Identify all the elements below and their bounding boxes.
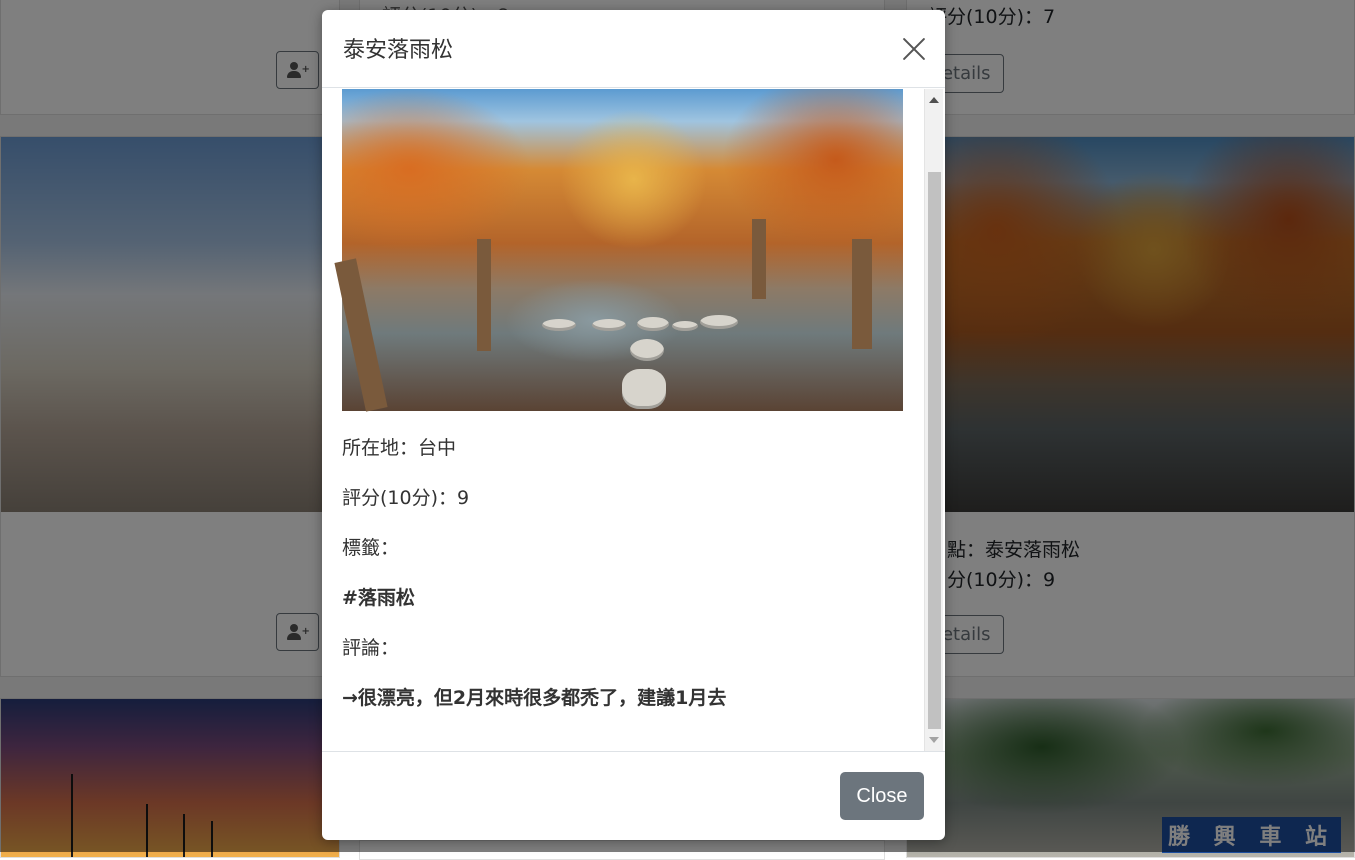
modal-scrollbar[interactable]	[924, 89, 943, 751]
scroll-thumb[interactable]	[928, 172, 941, 729]
close-button[interactable]: Close	[840, 772, 924, 820]
scroll-down-arrow-icon[interactable]	[929, 737, 939, 743]
spot-location: 所在地：台中	[342, 437, 457, 459]
comment-label: 評論：	[342, 637, 400, 659]
scroll-up-arrow-icon[interactable]	[929, 97, 939, 103]
spot-tag: #落雨松	[342, 587, 415, 609]
modal-footer: Close	[322, 751, 945, 840]
spot-detail-modal: 泰安落雨松 所在地：台中 評分(10分)：9 標籤： #落雨松 評論： →很漂亮…	[322, 10, 945, 840]
tags-label: 標籤：	[342, 537, 400, 559]
spot-comment: →很漂亮，但2月來時很多都禿了，建議1月去	[342, 687, 727, 709]
modal-title: 泰安落雨松	[343, 38, 454, 63]
modal-body: 所在地：台中 評分(10分)：9 標籤： #落雨松 評論： →很漂亮，但2月來時…	[322, 89, 924, 751]
modal-header: 泰安落雨松	[322, 10, 945, 88]
spot-photo	[334, 89, 903, 412]
spot-rating: 評分(10分)：9	[342, 487, 470, 509]
close-icon[interactable]	[901, 36, 927, 62]
